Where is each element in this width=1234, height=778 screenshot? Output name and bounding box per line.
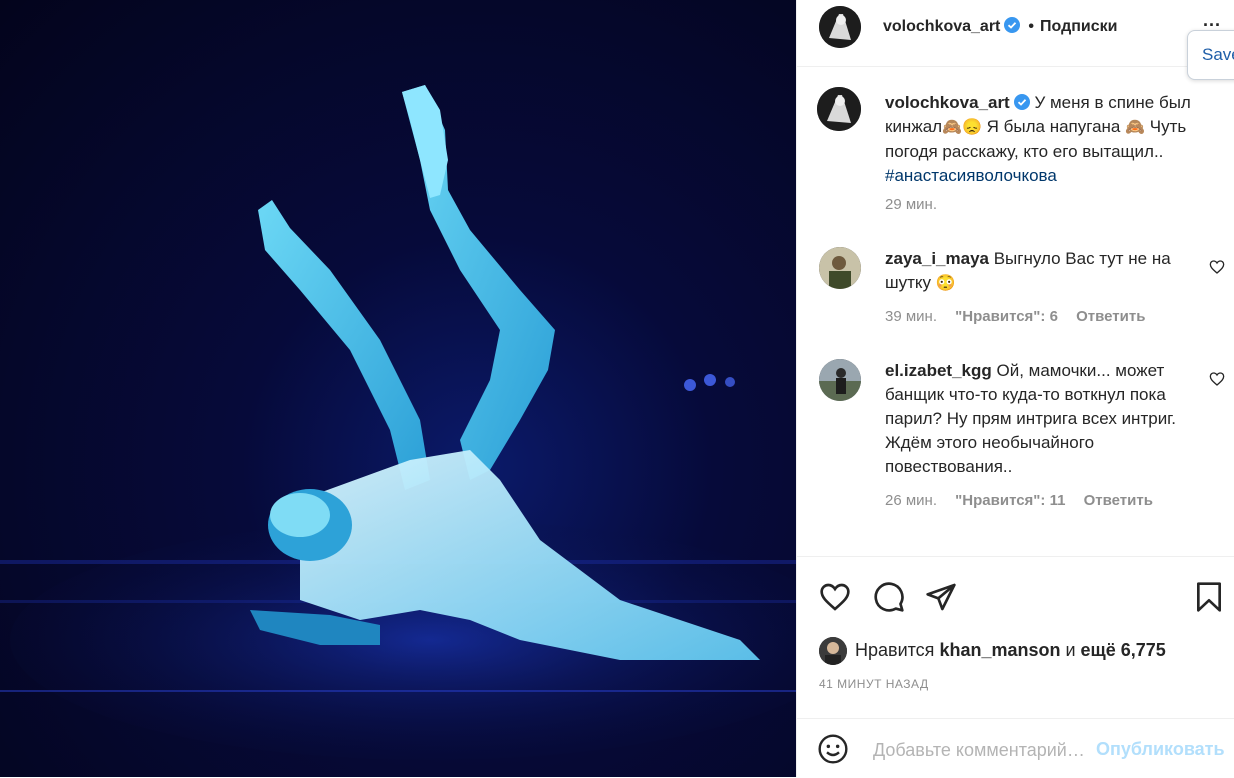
comment-emoji: 😳 xyxy=(935,275,956,292)
comment-text: zaya_i_maya Выгнуло Вас тут не на шутку … xyxy=(885,247,1203,296)
comment-likes[interactable]: "Нравится": 11 xyxy=(955,492,1065,509)
comment-item: el.izabet_kgg Ой, мамочки... может банщи… xyxy=(817,357,1225,517)
caption-meta: 29 мин. xyxy=(885,196,951,213)
comment-input[interactable] xyxy=(871,735,1093,765)
comment-likes[interactable]: "Нравится": 6 xyxy=(955,308,1058,325)
comment-icon[interactable] xyxy=(873,581,905,613)
add-comment-bar: Опубликовать xyxy=(797,718,1234,778)
likes-count[interactable]: ещё 6,775 xyxy=(1081,640,1166,660)
author-username[interactable]: volochkova_art xyxy=(883,18,1000,35)
commenter-avatar[interactable] xyxy=(819,359,861,401)
publish-button[interactable]: Опубликовать xyxy=(1096,739,1225,760)
caption-username[interactable]: volochkova_art xyxy=(885,93,1010,112)
caption-hashtag[interactable]: #анастасияволочкова xyxy=(885,166,1057,185)
smiley-icon[interactable] xyxy=(817,733,849,765)
bookmark-icon[interactable] xyxy=(1193,581,1225,613)
comment-meta: 39 мин. "Нравится": 6 Ответить xyxy=(885,308,1159,325)
author-avatar[interactable] xyxy=(819,6,861,48)
caption-avatar[interactable] xyxy=(817,87,861,131)
comment-reply-button[interactable]: Ответить xyxy=(1084,492,1153,509)
comment-reply-button[interactable]: Ответить xyxy=(1076,308,1145,325)
post-header: volochkova_art • Подписки ... xyxy=(797,0,1234,67)
liker-username[interactable]: khan_manson xyxy=(939,640,1060,660)
comment-time[interactable]: 39 мин. xyxy=(885,308,937,325)
likes-middle: и xyxy=(1060,640,1081,660)
caption: volochkova_art У меня в спине был кинжал… xyxy=(817,87,1217,217)
heart-icon[interactable] xyxy=(819,581,851,613)
liker-avatar[interactable] xyxy=(819,637,847,665)
caption-time[interactable]: 29 мин. xyxy=(885,196,937,213)
more-options-icon[interactable]: ... xyxy=(1203,10,1221,31)
paper-plane-icon[interactable] xyxy=(925,581,957,613)
likes-prefix: Нравится xyxy=(855,640,940,660)
comment-text: el.izabet_kgg Ой, мамочки... может банщи… xyxy=(885,359,1203,480)
commenter-username[interactable]: el.izabet_kgg xyxy=(885,361,992,380)
likes-text: Нравится khan_manson и ещё 6,775 xyxy=(855,640,1166,661)
comment-item: zaya_i_maya Выгнуло Вас тут не на шутку … xyxy=(817,245,1225,335)
commenter-username[interactable]: zaya_i_maya xyxy=(885,249,989,268)
comment-like-heart-icon[interactable] xyxy=(1209,371,1225,387)
ballet-dancer-photo xyxy=(0,85,796,760)
comment-like-heart-icon[interactable] xyxy=(1209,259,1225,275)
following-button[interactable]: Подписки xyxy=(1040,18,1117,35)
comment-time[interactable]: 26 мин. xyxy=(885,492,937,509)
caption-emoji-1: 🙈😞 xyxy=(942,119,982,136)
caption-body-2: Я была напугана xyxy=(981,117,1126,136)
post-image[interactable] xyxy=(0,0,796,777)
verified-badge-icon xyxy=(1013,94,1030,110)
comments-list: volochkova_art У меня в спине был кинжал… xyxy=(797,67,1234,555)
separator-dot: • xyxy=(1028,18,1034,35)
post-panel: volochkova_art•Подписки ... Save volochk… xyxy=(796,0,1234,777)
caption-text: volochkova_art У меня в спине был кинжал… xyxy=(885,91,1203,188)
comment-meta: 26 мин. "Нравится": 11 Ответить xyxy=(885,492,1167,509)
post-timestamp[interactable]: 41 МИНУТ НАЗАД xyxy=(819,677,929,691)
verified-badge-icon xyxy=(1004,17,1021,33)
commenter-avatar[interactable] xyxy=(819,247,861,289)
caption-emoji-2: 🙈 xyxy=(1125,119,1146,136)
header-user: volochkova_art • Подписки xyxy=(883,17,1117,36)
